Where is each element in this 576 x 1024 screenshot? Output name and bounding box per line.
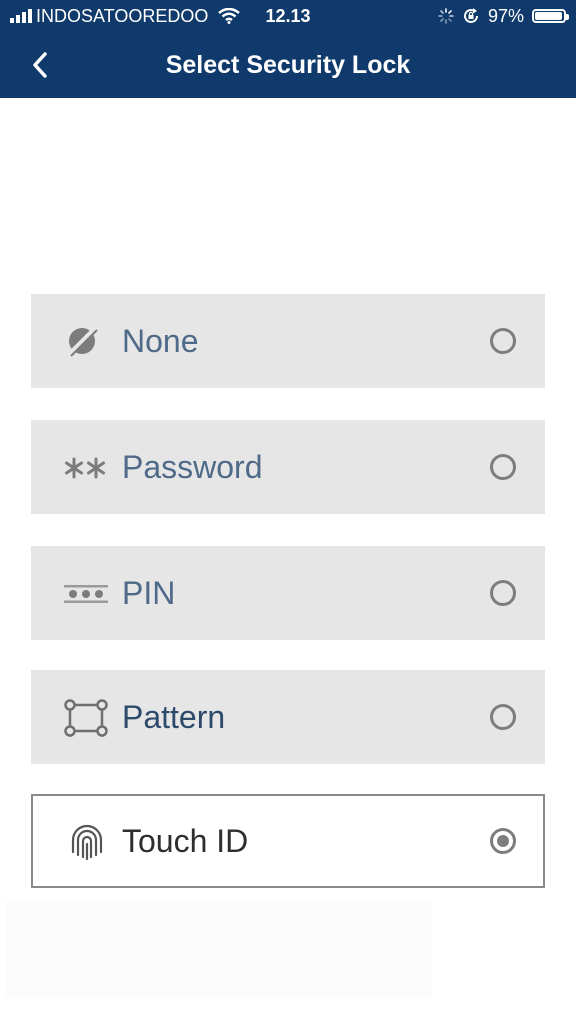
nav-bar: Select Security Lock xyxy=(0,32,576,98)
radio-button[interactable] xyxy=(490,828,516,854)
option-label: Password xyxy=(122,449,263,485)
activity-spinner-icon xyxy=(438,8,454,24)
pattern-grid-icon xyxy=(64,699,108,737)
radio-button[interactable] xyxy=(490,454,516,480)
fingerprint-icon xyxy=(71,824,103,861)
pin-dots-icon xyxy=(64,585,108,603)
status-right: 97% xyxy=(438,0,569,32)
option-label: PIN xyxy=(122,575,176,611)
rotation-lock-icon xyxy=(464,8,478,23)
radio-button[interactable] xyxy=(490,580,516,606)
option-label: Touch ID xyxy=(122,823,249,859)
radio-button[interactable] xyxy=(490,328,516,354)
option-password[interactable]: Password xyxy=(31,420,545,514)
blank-area xyxy=(6,900,432,998)
battery-percent: 97% xyxy=(487,6,524,26)
top-bar: INDOSATOOREDOO 12.13 97% Select Security… xyxy=(0,0,576,98)
battery-icon xyxy=(532,9,569,23)
option-label: Pattern xyxy=(122,699,226,735)
password-asterisk-icon xyxy=(65,457,105,479)
radio-button[interactable] xyxy=(490,704,516,730)
option-touch-id[interactable]: Touch ID xyxy=(31,794,545,888)
page-title: Select Security Lock xyxy=(165,51,411,79)
option-pattern[interactable]: Pattern xyxy=(31,670,545,764)
option-none[interactable]: None xyxy=(31,294,545,388)
none-lock-icon xyxy=(66,325,98,357)
status-bar: INDOSATOOREDOO 12.13 97% xyxy=(0,0,576,32)
option-label: None xyxy=(122,323,199,359)
option-pin[interactable]: PIN xyxy=(31,546,545,640)
radio-selected-dot xyxy=(497,835,509,847)
